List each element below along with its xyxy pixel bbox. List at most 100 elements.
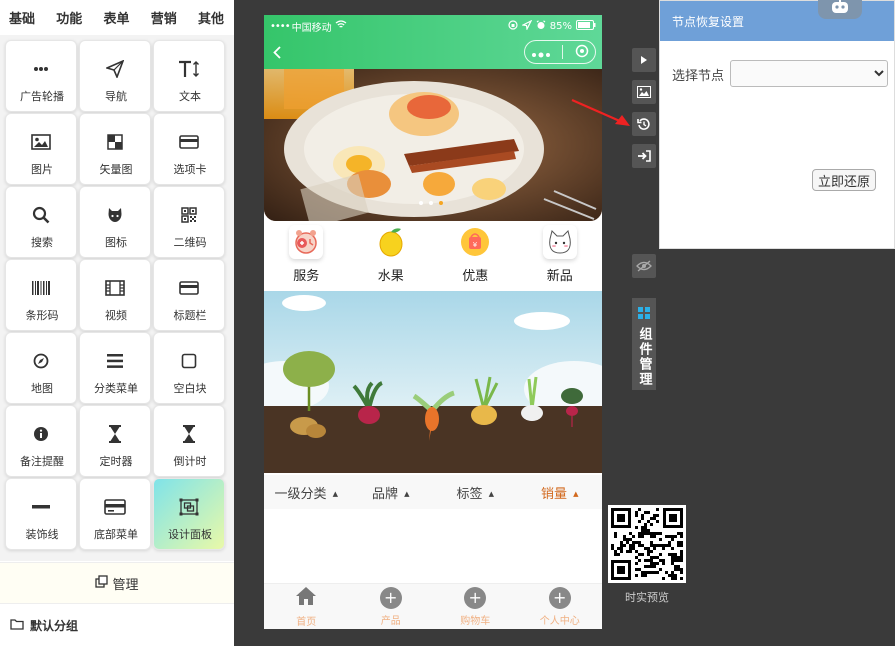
panel-header: 节点恢复设置 [660,0,894,41]
component-title-bar[interactable]: 标题栏 [153,259,225,331]
component-ad-carousel[interactable]: 广告轮播 [5,40,77,112]
carousel-dot[interactable] [419,201,423,205]
component-label: 矢量图 [99,163,133,176]
component-manager-button[interactable]: 组件管理 [632,298,656,390]
category-nav: 服务 水果 ¥ 优惠 新品 [264,225,602,289]
component-label: 设计面板 [168,528,212,541]
paper-plane-icon [106,59,124,79]
sort-tag[interactable]: 标签 ▲ [433,483,518,502]
info-icon [33,424,49,444]
component-timer[interactable]: 定时器 [79,405,151,477]
tab-cart[interactable]: + 购物车 [433,584,518,629]
node-restore-panel: 节点恢复设置 选择节点 立即还原 [659,0,895,249]
ad-carousel-banner[interactable] [264,69,602,221]
play-icon[interactable] [632,48,656,72]
history-icon[interactable] [632,112,656,136]
component-blank-block[interactable]: 空白块 [153,332,225,404]
svg-text:¥: ¥ [473,241,478,249]
image-icon[interactable] [632,80,656,104]
component-qrcode[interactable]: 二维码 [153,186,225,258]
component-barcode[interactable]: 条形码 [5,259,77,331]
component-map[interactable]: 地图 [5,332,77,404]
tab-home[interactable]: 首页 [264,584,349,629]
component-label: 备注提醒 [20,455,64,468]
tab-profile[interactable]: + 个人中心 [518,584,603,629]
sort-label: 一级分类 [274,486,327,502]
back-arrow-icon[interactable] [273,44,281,63]
component-tabs[interactable]: 选项卡 [153,113,225,185]
category-new[interactable]: 新品 [518,225,603,289]
folder-icon [10,618,24,633]
component-countdown[interactable]: 倒计时 [153,405,225,477]
live-preview-caption: 时实预览 [625,591,669,604]
clone-icon [95,574,109,592]
caret-up-icon: ▲ [488,490,494,498]
category-service[interactable]: 服务 [264,225,349,289]
sign-in-icon[interactable] [632,144,656,168]
tab-marketing[interactable]: 营销 [151,8,177,27]
component-navigation[interactable]: 导航 [79,40,151,112]
list-icon [106,351,124,371]
credit-card-icon [179,132,199,152]
home-icon [295,586,317,610]
select-node-label: 选择节点 [672,69,725,84]
credit-card-icon [104,497,126,517]
sort-category[interactable]: 一级分类 ▲ [264,483,349,502]
category-label: 水果 [377,269,404,284]
capsule-menu[interactable] [524,40,596,64]
component-bottom-menu[interactable]: 底部菜单 [79,478,151,550]
default-group-item[interactable]: 默认分组 [0,604,234,646]
category-fruit[interactable]: 水果 [349,225,434,289]
alarm-icon [536,19,546,33]
component-icon[interactable]: 图标 [79,186,151,258]
category-discount[interactable]: ¥ 优惠 [433,225,518,289]
lemon-icon [374,225,408,259]
component-vector[interactable]: 矢量图 [79,113,151,185]
capsule-divider [562,45,564,59]
more-dots-icon[interactable] [531,43,551,62]
component-search[interactable]: 搜索 [5,186,77,258]
component-divider[interactable]: 装饰线 [5,478,77,550]
plus-circle-icon: + [548,586,571,609]
tab-function[interactable]: 功能 [56,8,82,27]
restore-now-button[interactable]: 立即还原 [812,169,876,191]
sort-sales[interactable]: 销量 ▲ [518,483,603,502]
carousel-dot-active[interactable] [439,201,443,205]
tab-basic[interactable]: 基础 [9,8,35,27]
component-video[interactable]: 视频 [79,259,151,331]
tab-other[interactable]: 其他 [198,8,224,27]
component-design-panel[interactable]: 设计面板 [153,478,225,550]
mini-program-navbar [264,37,602,69]
minus-icon [32,497,50,517]
component-image[interactable]: 图片 [5,113,77,185]
carousel-dot[interactable] [429,201,433,205]
tab-form[interactable]: 表单 [103,8,129,27]
component-label: 条形码 [25,309,59,322]
component-category-menu[interactable]: 分类菜单 [79,332,151,404]
tab-label: 个人中心 [539,615,580,627]
close-target-icon[interactable] [575,43,589,62]
square-icon [181,351,197,371]
eye-slash-icon[interactable] [632,254,656,278]
carrier-name: 中国移动 [291,22,332,34]
component-label: 分类菜单 [94,382,138,395]
component-grid: 广告轮播 导航 文本 图片 矢量图 选项卡 搜索 图标 二维码 条形码 视频 标… [0,35,234,561]
manage-button[interactable]: 管理 [0,562,234,604]
default-group-label: 默认分组 [30,618,79,633]
tab-label: 首页 [296,616,317,628]
coupon-bag-icon: ¥ [458,225,492,259]
sort-brand[interactable]: 品牌 ▲ [349,483,434,502]
component-label: 文本 [179,90,201,103]
component-note-reminder[interactable]: 备注提醒 [5,405,77,477]
component-text[interactable]: 文本 [153,40,225,112]
title-bar-icon [179,278,199,298]
tab-label: 购物车 [460,615,491,627]
film-icon [105,278,125,298]
carousel-indicator[interactable] [419,201,443,205]
search-icon [32,205,50,225]
status-bar: •••• 中国移动 85% [264,15,602,37]
component-label: 广告轮播 [20,90,64,103]
node-select[interactable] [730,60,888,87]
tab-products[interactable]: + 产品 [349,584,434,629]
component-label: 底部菜单 [94,528,138,541]
